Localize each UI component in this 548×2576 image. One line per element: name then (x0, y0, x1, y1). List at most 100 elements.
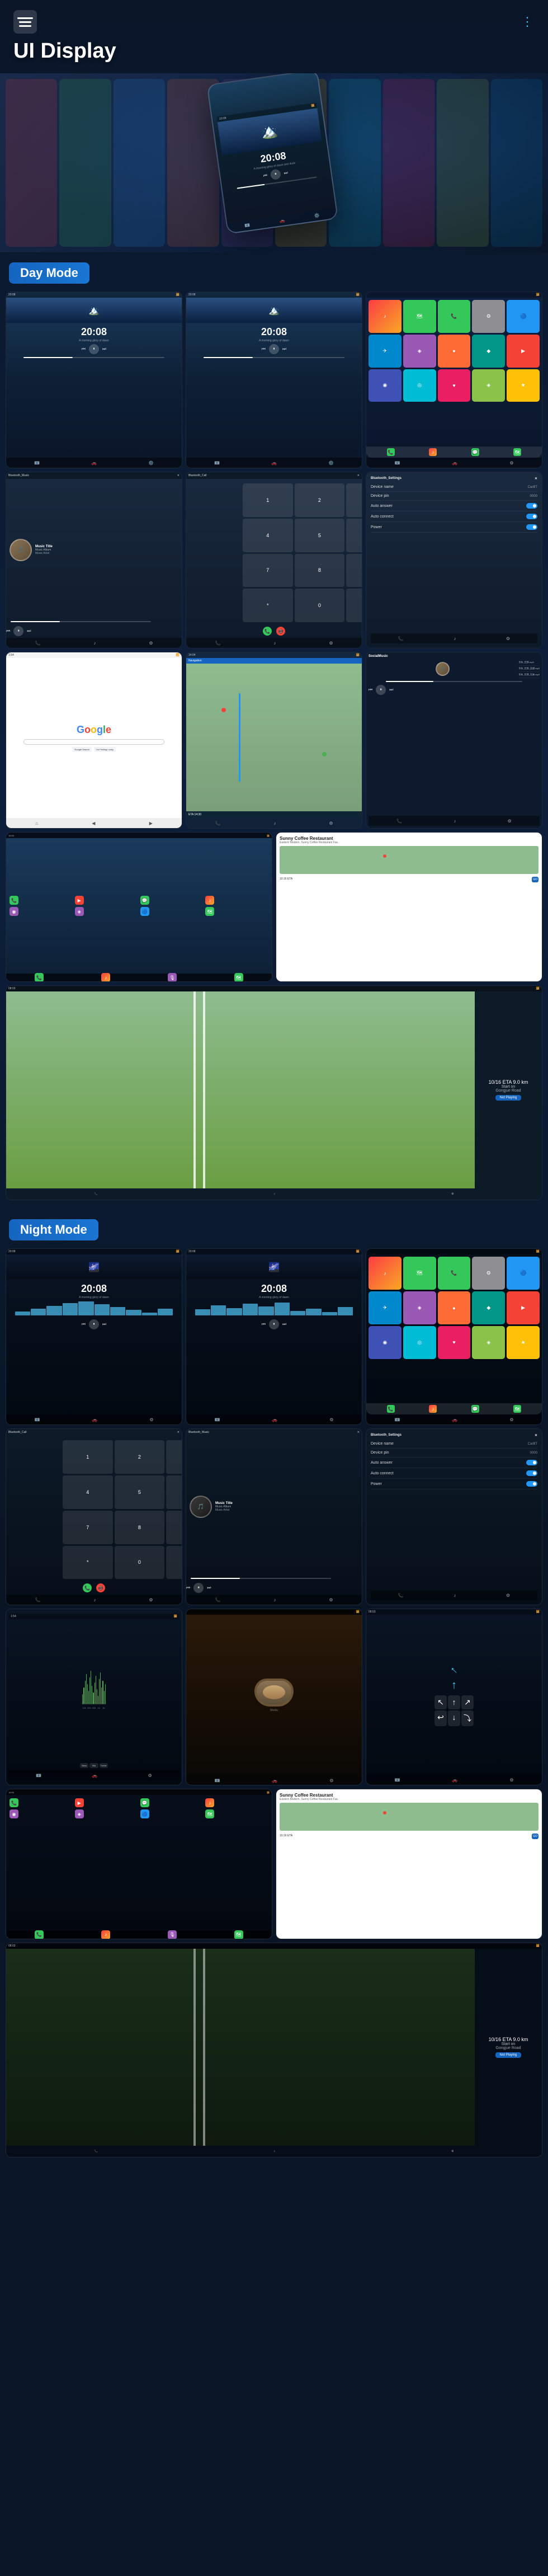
night-dock-2[interactable]: ♪ (101, 1930, 110, 1939)
night-indigo[interactable]: ◉ (369, 1326, 401, 1359)
email-2[interactable]: 📧 (214, 460, 220, 466)
media-nav-2[interactable]: 🚗 (272, 1778, 277, 1783)
nk-2[interactable]: 2 (115, 1440, 165, 1474)
night-pink[interactable]: ♥ (438, 1326, 471, 1359)
night-purple[interactable]: ◈ (403, 1291, 436, 1324)
treble-ctrl[interactable]: Treble (100, 1763, 108, 1768)
nk-star[interactable]: * (63, 1546, 113, 1580)
ls-purple[interactable]: ◈ (75, 907, 84, 916)
track-1[interactable]: 华年_世界.mp3 (519, 660, 540, 666)
auto-nav[interactable]: ⚙️ (148, 460, 154, 466)
key-4[interactable]: 4 (243, 519, 293, 552)
map-nav-3[interactable]: ⚙ (329, 821, 333, 826)
auto-connect-toggle[interactable] (526, 514, 537, 519)
turn-down[interactable]: ↓ (448, 1710, 460, 1726)
bt-call-close[interactable]: ✕ (357, 474, 360, 477)
teal-app[interactable]: ◆ (472, 335, 505, 368)
night-go-btn[interactable]: GO (532, 1834, 538, 1839)
night-end-btn[interactable]: 📵 (96, 1583, 105, 1592)
bt-music-close[interactable]: ✕ (177, 474, 179, 477)
night-app-nav-3[interactable]: ⚙ (509, 1417, 513, 1422)
night-dock-msg[interactable]: 💬 (471, 1405, 479, 1413)
social-prev[interactable]: ⏮ (369, 687, 372, 693)
social-nav-2[interactable]: ♪ (453, 819, 456, 824)
nk-5[interactable]: 5 (115, 1475, 165, 1509)
night-ls-podcast[interactable]: ◉ (10, 1809, 18, 1818)
night-nav-2[interactable]: 🚗 (92, 1417, 97, 1422)
social-nav-1[interactable]: 📞 (396, 819, 402, 824)
nroad-2[interactable]: 🚗 (452, 1778, 457, 1783)
nstg-1[interactable]: 📞 (398, 1593, 404, 1598)
night-prev-2[interactable]: ⏮ (262, 1322, 266, 1327)
map-nav-1[interactable]: 📞 (215, 821, 220, 826)
night-phone-app[interactable]: 📞 (438, 1257, 471, 1290)
night-ls-msg[interactable]: 💬 (140, 1798, 149, 1807)
nstg-2[interactable]: ♪ (453, 1593, 456, 1598)
track-3[interactable]: 华年_世界_归来.mp3 (519, 672, 540, 678)
nbtm-3[interactable]: ⚙ (329, 1597, 333, 1602)
settings-nav-2[interactable]: ♪ (453, 636, 456, 641)
night-ls-purple[interactable]: ◈ (75, 1809, 84, 1818)
night-bt-app[interactable]: 🔵 (507, 1257, 540, 1290)
dock-msg[interactable]: 💬 (471, 448, 479, 456)
night-call-nav-3[interactable]: ⚙ (149, 1597, 153, 1602)
night-call-nav-2[interactable]: ♪ (93, 1597, 96, 1602)
night-music-app[interactable]: ♪ (369, 1257, 401, 1290)
settings-nav-3[interactable]: ⚙ (506, 636, 510, 641)
dock-3[interactable]: 🎙 (168, 973, 177, 982)
more-options-icon[interactable]: ⋮ (521, 15, 535, 29)
night-ls-phone[interactable]: 📞 (10, 1798, 18, 1807)
night-dock-phone[interactable]: 📞 (387, 1405, 395, 1413)
night-amber[interactable]: ★ (507, 1326, 540, 1359)
next-btn[interactable]: ⏭ (102, 346, 106, 352)
night-dock-3[interactable]: 🎙 (168, 1930, 177, 1939)
night-cyan[interactable]: ◎ (403, 1326, 436, 1359)
call-nav-2[interactable]: ♪ (273, 641, 276, 646)
turn-ramp[interactable]: ⤵ (461, 1710, 474, 1726)
google-back[interactable]: ◀ (92, 821, 95, 826)
settings-app[interactable]: ⚙ (472, 300, 505, 333)
phone-app[interactable]: 📞 (438, 300, 471, 333)
dock-2[interactable]: ♪ (101, 973, 110, 982)
nk-0[interactable]: 0 (115, 1546, 165, 1580)
night-pw-toggle[interactable] (526, 1481, 537, 1487)
key-7[interactable]: 7 (243, 554, 293, 587)
night-next-1[interactable]: ⏭ (102, 1322, 106, 1327)
nroad-3[interactable]: ⚙ (509, 1778, 513, 1783)
nbtm-2[interactable]: ♪ (273, 1597, 276, 1602)
bt-nav-1[interactable]: 📞 (35, 641, 40, 646)
lime-app[interactable]: ◈ (472, 369, 505, 402)
car-2[interactable]: 🚗 (271, 460, 277, 466)
call-btn[interactable]: 📞 (263, 627, 272, 636)
night-orange[interactable]: ● (438, 1291, 471, 1324)
settings-nav-1[interactable]: 📞 (398, 636, 404, 641)
night-play-2[interactable]: ⏸ (269, 1319, 279, 1329)
call-nav-3[interactable]: ⚙ (329, 641, 333, 646)
key-5[interactable]: 5 (295, 519, 345, 552)
nk-7[interactable]: 7 (63, 1511, 113, 1544)
ls-podcast[interactable]: ◉ (10, 907, 18, 916)
youtube-app[interactable]: ▶ (507, 335, 540, 368)
key-0[interactable]: 0 (295, 589, 345, 622)
wave-nav-2[interactable]: 🚗 (92, 1773, 97, 1778)
cyan-app[interactable]: ◎ (403, 369, 436, 402)
bt-nav-2[interactable]: ♪ (93, 641, 96, 646)
amber-app[interactable]: ★ (507, 369, 540, 402)
key-1[interactable]: 1 (243, 483, 293, 517)
email-nav[interactable]: 📧 (34, 460, 40, 466)
waze-app[interactable]: ◈ (403, 335, 436, 368)
night-nav2-3[interactable]: ⚙ (329, 1417, 333, 1422)
email-icon[interactable]: 📧 (244, 223, 251, 228)
dock-4[interactable]: 🗺 (234, 973, 243, 982)
google-nav[interactable]: ⌂ (35, 821, 38, 826)
night-dock-4[interactable]: 🗺 (234, 1930, 243, 1939)
turn-up[interactable]: ↑ (448, 1695, 460, 1709)
night-call-btn[interactable]: 📞 (83, 1583, 92, 1592)
next-2[interactable]: ⏭ (282, 346, 286, 352)
car-nav[interactable]: 🚗 (91, 460, 97, 466)
key-2[interactable]: 2 (295, 483, 345, 517)
google-search-bar[interactable] (23, 739, 164, 745)
lucky-btn[interactable]: I'm Feeling Lucky (94, 747, 116, 752)
night-bt-music-close[interactable]: ✕ (357, 1431, 360, 1434)
nk-3[interactable]: 3 (166, 1440, 182, 1474)
